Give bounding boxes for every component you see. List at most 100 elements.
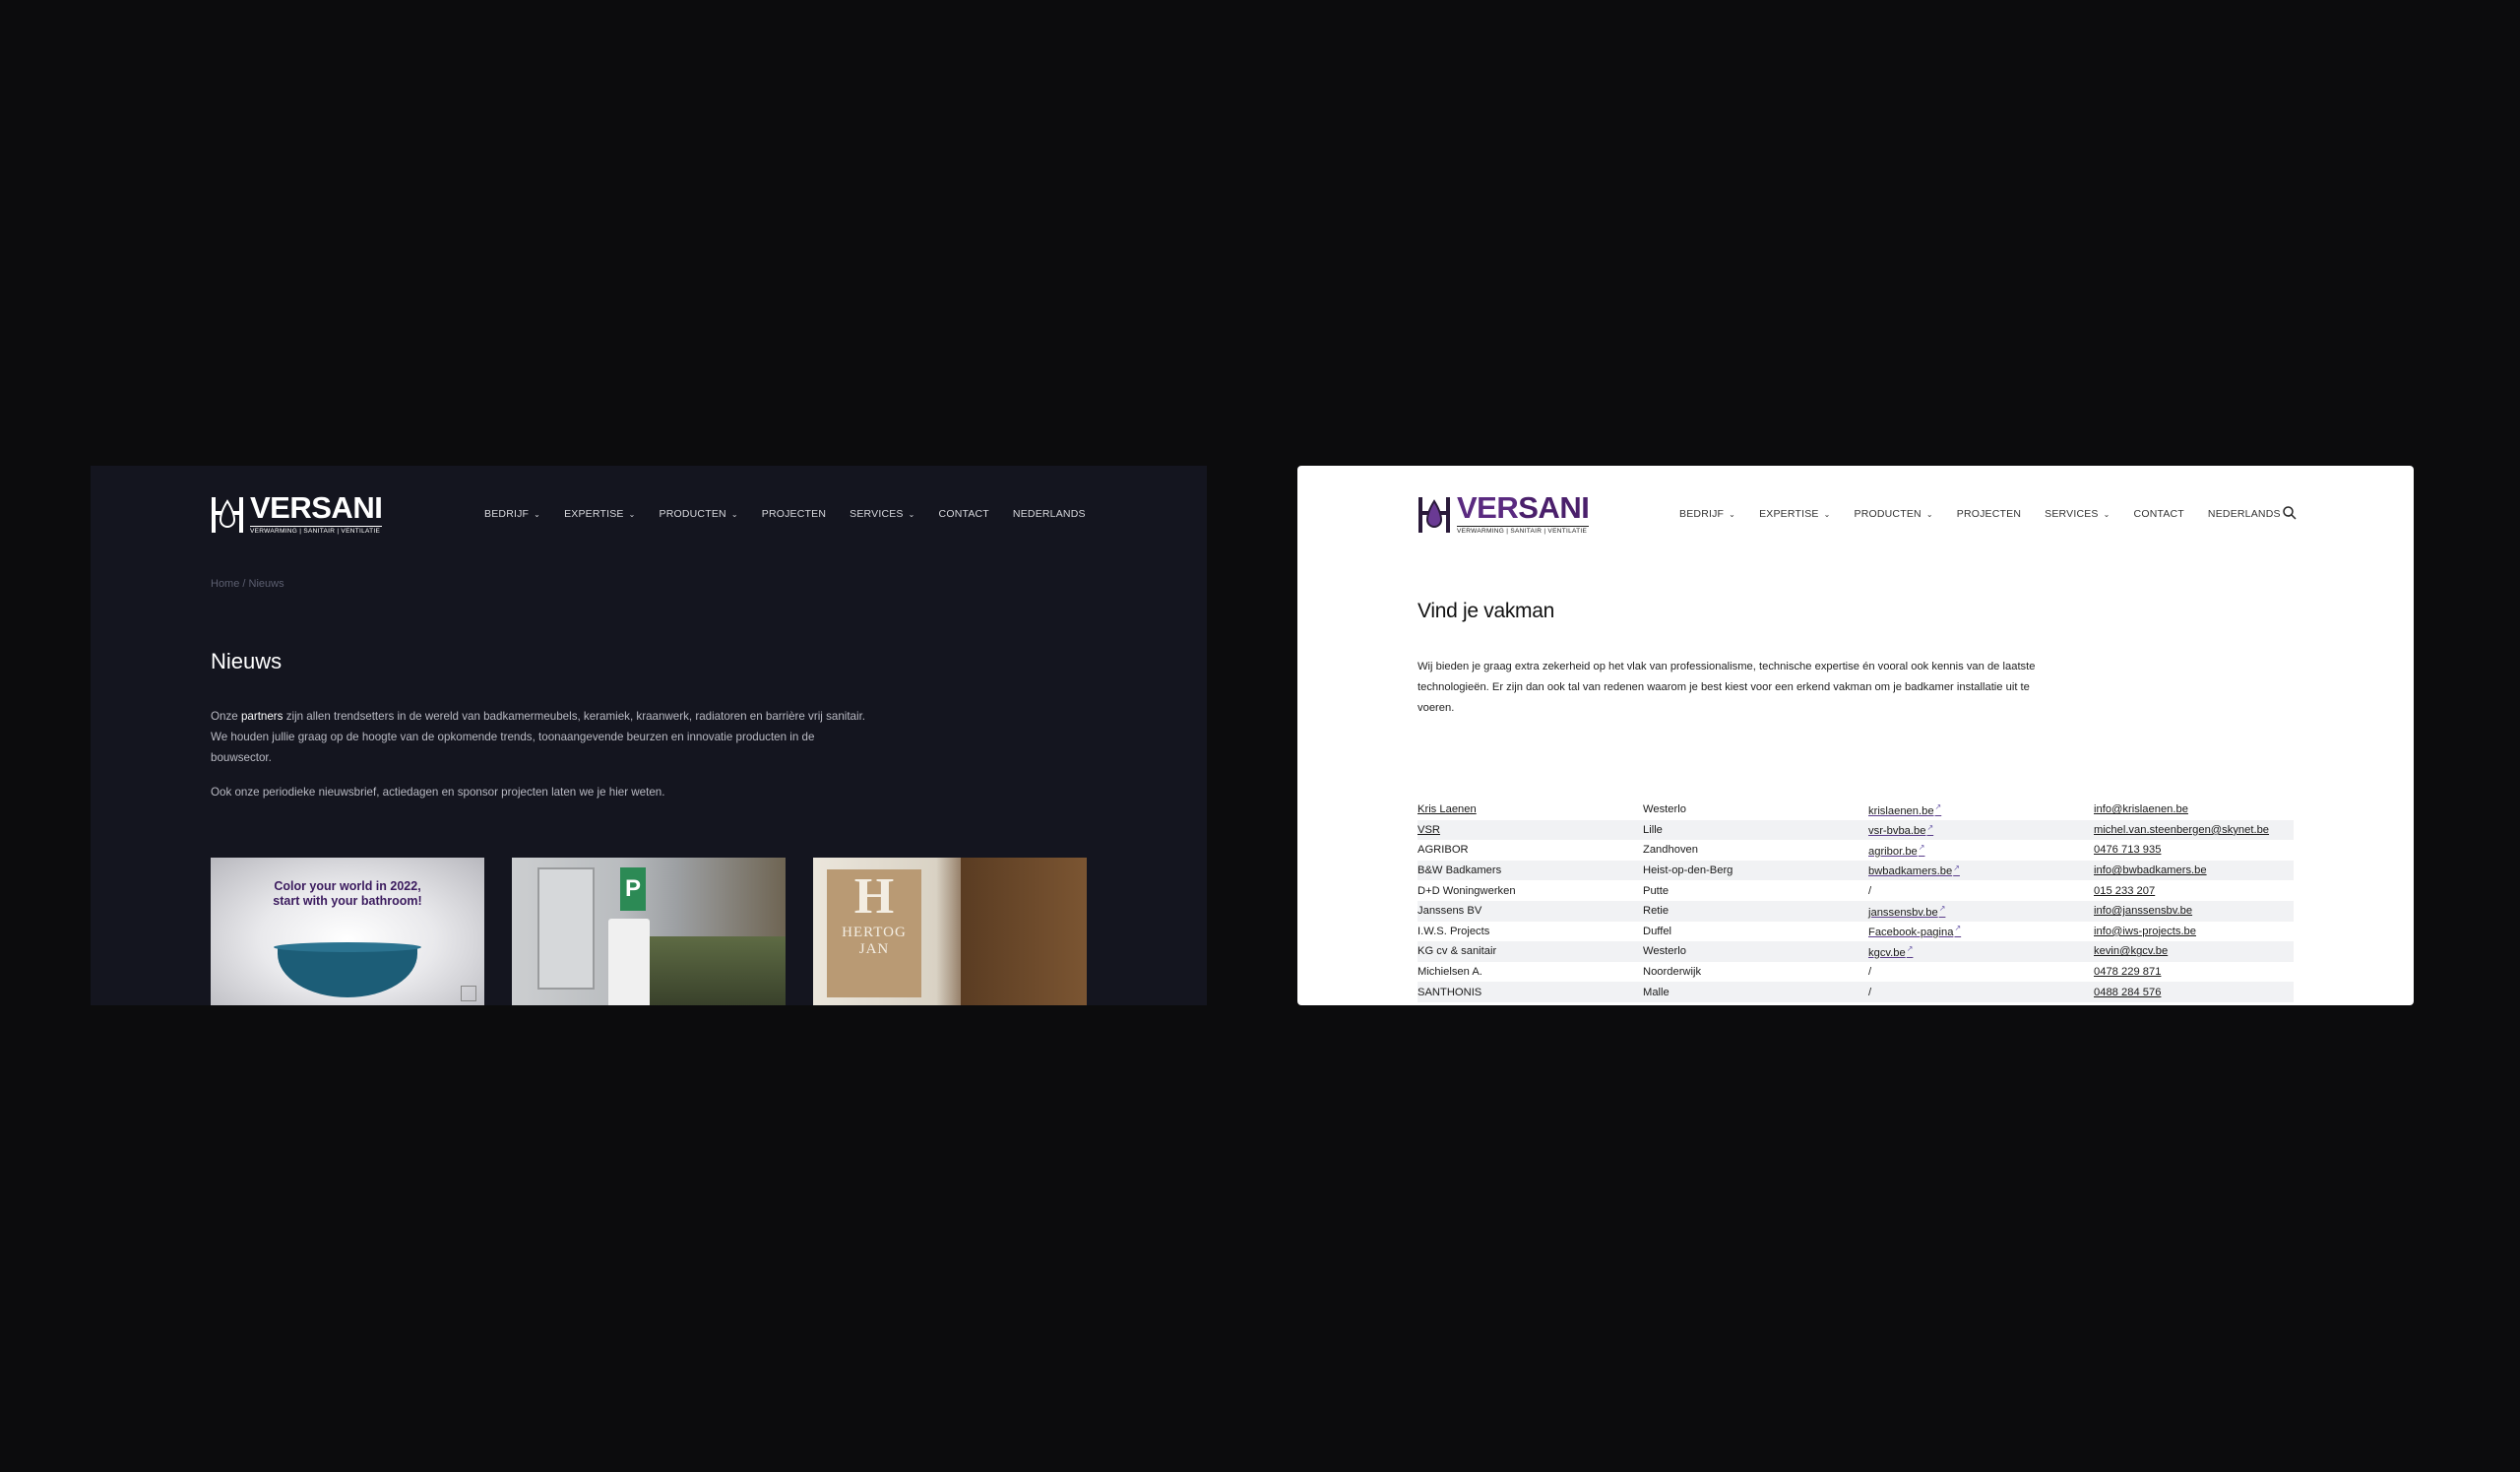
breadcrumb[interactable]: Home / Nieuws	[211, 578, 284, 590]
website-link[interactable]: Facebook-pagina↗	[1868, 924, 1962, 938]
vakman-place: Retie	[1643, 905, 1670, 918]
table-row: D+D Woningwerken Putte / 015 233 207	[1418, 880, 2294, 901]
main-nav: BEDRIJF ⌄ EXPERTISE ⌄ PRODUCTEN ⌄ PROJECTEN…	[1679, 508, 2316, 520]
nav-item-contact[interactable]: CONTACT	[2134, 508, 2184, 520]
table-row: I.W.S. Projects Duffel Facebook-pagina↗ inf…	[1418, 922, 2294, 942]
intro-paragraph-2: Ook onze periodieke nieuwsbrief, actieda…	[211, 786, 665, 799]
vakman-name: Janssens BV	[1418, 905, 1482, 918]
vakman-contact[interactable]: 015 233 207	[2094, 885, 2155, 897]
vakman-contact[interactable]: 0488 284 576	[2094, 987, 2161, 998]
vakman-name: D+D Woningwerken	[1418, 884, 1516, 897]
table-row: B&W Badkamers Heist-op-den-Berg bwbadkamer…	[1418, 860, 2294, 881]
vakman-contact[interactable]: 0476 713 935	[2094, 844, 2161, 856]
website-link[interactable]: janssensbv.be↗	[1868, 904, 1945, 919]
plants-image	[650, 936, 786, 1005]
vakman-website[interactable]: vsr-bvba.be	[1868, 825, 1925, 837]
vakman-website[interactable]: agribor.be	[1868, 846, 1918, 858]
nav-item-bedrijf[interactable]: BEDRIJF ⌄	[484, 508, 540, 520]
chevron-down-icon: ⌄	[1729, 509, 1736, 519]
vakman-name[interactable]: Kris Laenen	[1418, 803, 1477, 815]
nav-item-contact[interactable]: CONTACT	[939, 508, 989, 520]
chevron-down-icon: ⌄	[2103, 509, 2110, 519]
vakman-table: Kris Laenen Westerlo krislaenen.be↗ info@kr…	[1418, 800, 2294, 1002]
news-page-panel: VERSANI VERWARMING | SANITAIR | VENTILAT…	[91, 466, 1207, 1005]
parking-sign: P	[620, 867, 646, 911]
logo-mark-icon	[212, 496, 243, 533]
chevron-down-icon: ⌄	[534, 509, 541, 519]
logo-name: VERSANI	[250, 490, 383, 525]
table-row: VSR Lille vsr-bvba.be↗ michel.van.steenberg…	[1418, 819, 2294, 841]
website-link[interactable]: vsr-bvba.be↗	[1868, 822, 1934, 838]
vakman-contact[interactable]: kevin@kgcv.be	[2094, 945, 2168, 957]
vakman-website[interactable]: krislaenen.be	[1868, 805, 1934, 817]
vakman-name: KG cv & sanitair	[1418, 945, 1497, 958]
vakman-name[interactable]: VSR	[1418, 824, 1440, 836]
wooden-door-image	[961, 858, 1087, 1005]
nav-item-bedrijf[interactable]: BEDRIJF ⌄	[1679, 508, 1735, 520]
news-intro: Onze partners zijn allen trendsetters in…	[211, 706, 868, 816]
vakman-name: SANTHONIS	[1418, 986, 1482, 998]
external-link-icon: ↗	[1954, 924, 1962, 933]
nav-item-projecten[interactable]: PROJECTEN	[762, 508, 826, 520]
chevron-down-icon: ⌄	[730, 509, 738, 519]
vakman-website[interactable]: Facebook-pagina	[1868, 927, 1953, 938]
nav-item-producten[interactable]: PRODUCTEN ⌄	[660, 508, 738, 520]
nav-item-producten[interactable]: PRODUCTEN ⌄	[1855, 508, 1933, 520]
vakman-website[interactable]: janssensbv.be	[1868, 907, 1938, 919]
table-row: SANTHONIS Malle / 0488 284 576	[1418, 982, 2294, 1002]
website-link[interactable]: bwbadkamers.be↗	[1868, 863, 1960, 878]
table-row: AGRIBOR Zandhoven agribor.be↗ 0476 713 935	[1418, 840, 2294, 861]
vakman-contact[interactable]: michel.van.steenbergen@skynet.be	[2094, 824, 2269, 836]
versani-logo[interactable]: VERSANI VERWARMING | SANITAIR | VENTILAT…	[1418, 490, 1590, 536]
nav-item-nederlands[interactable]: NEDERLANDS ⌄	[2208, 508, 2293, 520]
table-row: Janssens BV Retie janssensbv.be↗ info@janss…	[1418, 900, 2294, 922]
vakman-place: Malle	[1643, 986, 1670, 998]
logo-tagline: VERWARMING | SANITAIR | VENTILATIE	[1457, 526, 1590, 536]
vakman-contact[interactable]: info@bwbadkamers.be	[2094, 864, 2207, 876]
external-link-icon: ↗	[1926, 822, 1934, 832]
nav-item-expertise[interactable]: EXPERTISE ⌄	[564, 508, 635, 520]
vakman-name: Michielsen A.	[1418, 966, 1482, 979]
bathtub-image	[274, 942, 421, 997]
website-link[interactable]: krislaenen.be↗	[1868, 801, 1942, 817]
nav-item-services[interactable]: SERVICES ⌄	[2045, 508, 2110, 520]
vakman-name: B&W Badkamers	[1418, 864, 1502, 877]
table-row: Kris Laenen Westerlo krislaenen.be↗ info@kr…	[1418, 800, 2294, 820]
vakman-page-panel: VERSANI VERWARMING | SANITAIR | VENTILAT…	[1297, 466, 2414, 1005]
chevron-down-icon: ⌄	[628, 509, 636, 519]
vakman-place: Westerlo	[1643, 803, 1686, 816]
hertog-jan-sign: H HERTOG JAN	[827, 869, 921, 997]
nav-item-services[interactable]: SERVICES ⌄	[850, 508, 914, 520]
vakman-place: Lille	[1643, 823, 1663, 836]
chevron-down-icon: ⌄	[1823, 509, 1831, 519]
vakman-contact[interactable]: info@iws-projects.be	[2094, 926, 2196, 937]
chevron-down-icon: ⌄	[1925, 509, 1933, 519]
website-link[interactable]: agribor.be↗	[1868, 843, 1924, 858]
external-link-icon: ↗	[1906, 944, 1914, 954]
chevron-down-icon: ⌄	[908, 509, 915, 519]
external-link-icon: ↗	[1934, 801, 1942, 811]
vakman-contact[interactable]: info@janssensbv.be	[2094, 905, 2192, 917]
nav-item-expertise[interactable]: EXPERTISE ⌄	[1759, 508, 1830, 520]
page-title: Nieuws	[211, 649, 283, 673]
news-card-hertog-jan[interactable]: H HERTOG JAN	[813, 858, 1087, 1005]
vakman-website[interactable]: bwbadkamers.be	[1868, 865, 1952, 877]
website-link[interactable]: kgcv.be↗	[1868, 944, 1914, 959]
site-header: VERSANI VERWARMING | SANITAIR | VENTILAT…	[1297, 483, 2414, 536]
news-card-charging-station[interactable]: P	[512, 858, 786, 1005]
external-link-icon: ↗	[1953, 863, 1960, 872]
intro-paragraph-1: Onze partners zijn allen trendsetters in…	[211, 710, 866, 764]
partners-link[interactable]: partners	[241, 710, 284, 723]
nav-item-nederlands[interactable]: NEDERLANDS	[1013, 508, 1086, 520]
vakman-contact[interactable]: 0478 229 871	[2094, 966, 2161, 978]
search-icon[interactable]	[2282, 505, 2298, 521]
news-card-bathroom[interactable]: Color your world in 2022, start with you…	[211, 858, 484, 1005]
versani-logo[interactable]: VERSANI VERWARMING | SANITAIR | VENTILAT…	[211, 490, 383, 536]
vakman-place: Noorderwijk	[1643, 966, 1702, 979]
logo-name: VERSANI	[1457, 490, 1590, 525]
news-cards: Color your world in 2022, start with you…	[211, 858, 1114, 1005]
nav-item-projecten[interactable]: PROJECTEN	[1957, 508, 2021, 520]
vakman-website: /	[1868, 986, 1872, 998]
vakman-contact[interactable]: info@krislaenen.be	[2094, 803, 2188, 815]
vakman-website[interactable]: kgcv.be	[1868, 947, 1906, 959]
